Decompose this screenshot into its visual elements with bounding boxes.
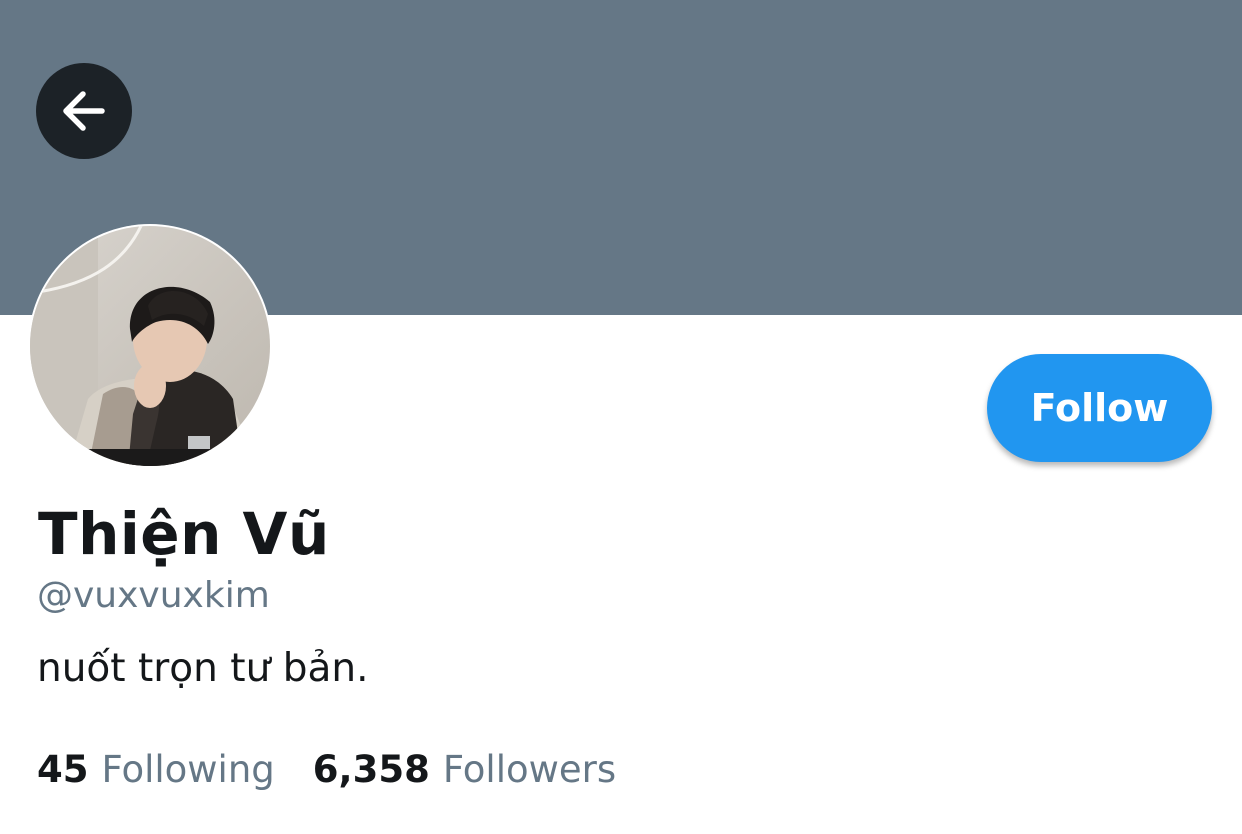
display-name: Thiện Vũ bbox=[38, 500, 330, 568]
following-count: 45 bbox=[37, 748, 89, 791]
follow-button[interactable]: Follow bbox=[987, 354, 1212, 462]
followers-count: 6,358 bbox=[312, 748, 430, 791]
following-label: Following bbox=[101, 748, 275, 791]
avatar[interactable] bbox=[28, 224, 272, 468]
arrow-left-icon bbox=[63, 91, 105, 131]
profile-page: Follow Thiện Vũ @vuxvuxkim nuốt trọn tư … bbox=[0, 0, 1242, 834]
profile-bio: nuốt trọn tư bản. bbox=[37, 646, 369, 691]
profile-stats: 45 Following 6,358 Followers bbox=[37, 746, 616, 794]
followers-label: Followers bbox=[442, 748, 617, 791]
avatar-photo bbox=[30, 226, 270, 466]
following-link[interactable]: 45 Following bbox=[37, 746, 275, 794]
back-button[interactable] bbox=[36, 63, 132, 159]
profile-handle: @vuxvuxkim bbox=[37, 575, 270, 616]
followers-link[interactable]: 6,358 Followers bbox=[313, 746, 616, 794]
